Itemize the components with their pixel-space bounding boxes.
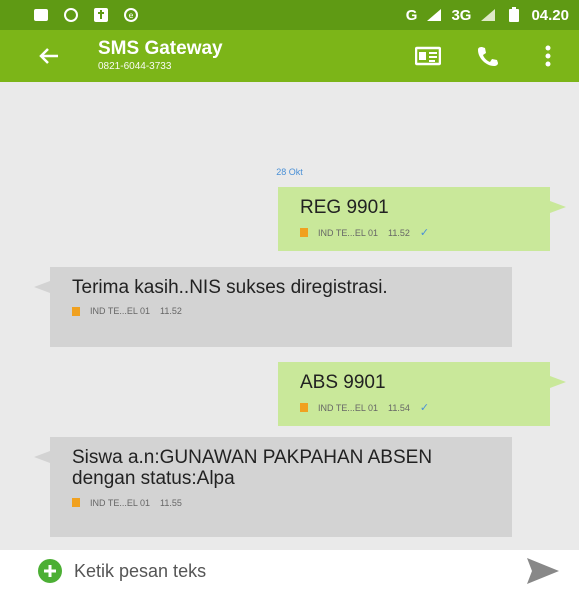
app-bar-actions — [415, 43, 561, 69]
sim-card-icon — [72, 306, 80, 316]
sim-card-icon — [72, 498, 80, 508]
message-time: 11.55 — [160, 497, 182, 508]
send-icon — [527, 558, 559, 584]
browser-icon: e — [122, 7, 140, 23]
sim-label: IND TE...EL 01 — [318, 227, 379, 238]
incoming-message[interactable]: Terima kasih..NIS sukses diregistrasi. I… — [34, 267, 512, 347]
date-separator: 28 Okt — [276, 167, 303, 177]
outgoing-message[interactable]: REG 9901 IND TE...EL 01 11.52 ✓ — [278, 187, 566, 251]
outgoing-message[interactable]: ABS 9901 IND TE...EL 01 11.54 ✓ — [278, 362, 566, 426]
contact-card-button[interactable] — [415, 43, 441, 69]
message-text: REG 9901 — [300, 197, 389, 218]
message-meta: IND TE...EL 01 11.52 — [72, 306, 494, 316]
message-text: Terima kasih..NIS sukses diregistrasi. — [72, 277, 388, 298]
conversation-title: SMS Gateway — [98, 38, 223, 60]
signal-icon — [479, 7, 497, 23]
add-attachment-button[interactable] — [38, 559, 62, 583]
usb-icon — [92, 7, 110, 23]
message-thread[interactable]: 28 Okt REG 9901 IND TE...EL 01 11.52 ✓ T… — [0, 82, 579, 550]
message-meta: IND TE...EL 01 11.55 — [72, 498, 494, 508]
clock: 04.20 — [531, 6, 569, 24]
compose-bar: Ketik pesan teks — [0, 550, 579, 592]
message-time: 11.54 — [388, 402, 410, 413]
add-circle-icon — [44, 565, 56, 577]
signal-icon — [425, 7, 443, 23]
incoming-message[interactable]: Siswa a.n:GUNAWAN PAKPAHAN ABSEN dengan … — [34, 437, 512, 537]
app-bar: SMS Gateway 0821-6044-3733 — [0, 30, 579, 82]
send-button[interactable] — [525, 556, 561, 586]
more-vert-icon — [545, 45, 551, 67]
phone-icon — [478, 47, 498, 66]
conversation-phone-number: 0821-6044-3733 — [98, 61, 172, 73]
message-time: 11.52 — [388, 227, 410, 238]
delivered-check-icon: ✓ — [419, 227, 430, 240]
svg-text:e: e — [129, 11, 134, 20]
message-time: 11.52 — [160, 306, 182, 317]
message-text: ABS 9901 — [300, 372, 386, 393]
arrow-left-icon — [39, 48, 58, 64]
notification-icons: e — [32, 7, 140, 23]
sim-label: IND TE...EL 01 — [90, 306, 151, 317]
conversation-header: SMS Gateway 0821-6044-3733 — [98, 39, 223, 72]
call-button[interactable] — [475, 43, 501, 69]
message-notification-icon — [32, 7, 50, 23]
whatsapp-icon — [62, 7, 80, 23]
status-bar: e G 3G 04.20 — [0, 0, 579, 30]
sim-card-icon — [300, 403, 308, 413]
message-input[interactable]: Ketik pesan teks — [74, 561, 525, 582]
battery-icon — [505, 7, 523, 23]
network-type-3g: 3G — [451, 6, 472, 24]
delivered-check-icon: ✓ — [419, 402, 430, 415]
contact-card-icon — [415, 46, 441, 66]
sim-card-icon — [300, 228, 308, 238]
message-text: Siswa a.n:GUNAWAN PAKPAHAN ABSEN dengan … — [72, 447, 433, 490]
messaging-screen: e G 3G 04.20 SMS Gateway 0821-6044-3733 … — [0, 0, 579, 592]
message-meta: IND TE...EL 01 11.52 ✓ — [300, 226, 532, 239]
network-type: G — [405, 6, 418, 24]
sim-label: IND TE...EL 01 — [318, 402, 379, 413]
message-meta: IND TE...EL 01 11.54 ✓ — [300, 401, 532, 414]
overflow-menu-button[interactable] — [535, 43, 561, 69]
sim-label: IND TE...EL 01 — [90, 497, 151, 508]
back-button[interactable] — [38, 44, 62, 68]
system-status: G 3G 04.20 — [406, 7, 569, 24]
